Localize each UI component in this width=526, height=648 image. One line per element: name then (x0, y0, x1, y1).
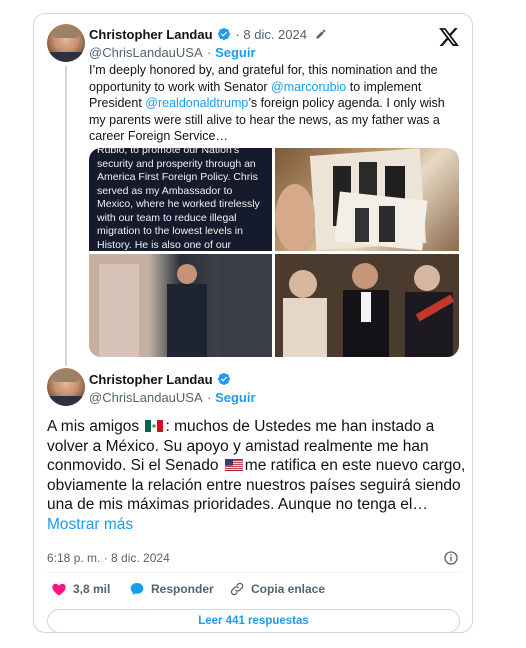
embedded-tweet-card: Christopher Landau · 8 dic. 2024 @ChrisL… (33, 13, 473, 633)
main-tweet-handle-row: @ChrisLandauUSA · Seguir (89, 390, 256, 405)
copy-link-button[interactable]: Copia enlace (229, 581, 325, 597)
main-tweet-author-row: Christopher Landau (89, 371, 231, 389)
heart-icon (52, 583, 66, 596)
photo-illustration (275, 148, 428, 251)
avatar[interactable] (47, 24, 85, 62)
copy-link-label: Copia enlace (251, 582, 326, 596)
media-image-photo[interactable] (275, 148, 459, 251)
mexico-flag-icon (145, 420, 164, 432)
reply-button[interactable]: Responder (129, 581, 214, 597)
media-image-photo[interactable] (89, 254, 272, 357)
thread-line (65, 66, 67, 366)
mention-link[interactable]: @realdonaldtrump (145, 96, 248, 110)
author-name[interactable]: Christopher Landau (89, 27, 213, 42)
tweet-date[interactable]: 8 dic. 2024 (243, 27, 307, 42)
media-image-photo[interactable] (275, 254, 459, 357)
reply-label: Responder (151, 582, 214, 596)
image-statement-text: Rubio, to promote our Nation's security … (97, 148, 260, 251)
link-icon (230, 582, 244, 596)
read-replies-button[interactable]: Leer 441 respuestas (47, 609, 460, 633)
author-handle[interactable]: @ChrisLandauUSA (89, 45, 203, 60)
photo-illustration (275, 254, 459, 357)
author-handle[interactable]: @ChrisLandauUSA (89, 390, 203, 405)
action-bar: 3,8 mil Responder Copia enlace (47, 572, 461, 604)
media-image-statement[interactable]: Rubio, to promote our Nation's security … (89, 148, 272, 251)
follow-button[interactable]: Seguir (215, 390, 255, 405)
media-grid: Rubio, to promote our Nation's security … (89, 148, 459, 357)
edit-pencil-icon (316, 29, 326, 39)
avatar[interactable] (47, 368, 85, 406)
follow-button[interactable]: Seguir (215, 45, 255, 60)
like-button[interactable]: 3,8 mil (51, 581, 110, 597)
author-name[interactable]: Christopher Landau (89, 372, 213, 387)
quoted-tweet-handle-row: @ChrisLandauUSA · Seguir (89, 45, 256, 60)
verified-badge-icon (217, 373, 230, 385)
verified-badge-icon (217, 28, 230, 40)
info-icon[interactable] (443, 550, 459, 566)
quoted-tweet-author-row: Christopher Landau · 8 dic. 2024 (89, 26, 327, 44)
main-tweet-text: A mis amigos : muchos de Ustedes me han … (47, 417, 467, 535)
usa-flag-icon (224, 459, 243, 472)
text-segment: A mis amigos (47, 418, 140, 435)
tweet-timestamp[interactable]: 6:18 p. m. · 8 dic. 2024 (47, 551, 170, 565)
reply-bubble-icon (130, 583, 144, 595)
quoted-tweet-text: I’m deeply honored by, and grateful for,… (89, 62, 459, 145)
show-more-link[interactable]: Mostrar más (47, 516, 133, 533)
x-logo-icon[interactable] (438, 26, 460, 48)
mention-link[interactable]: @marcorubio (271, 80, 346, 94)
photo-illustration (89, 254, 272, 357)
like-count: 3,8 mil (73, 582, 111, 596)
